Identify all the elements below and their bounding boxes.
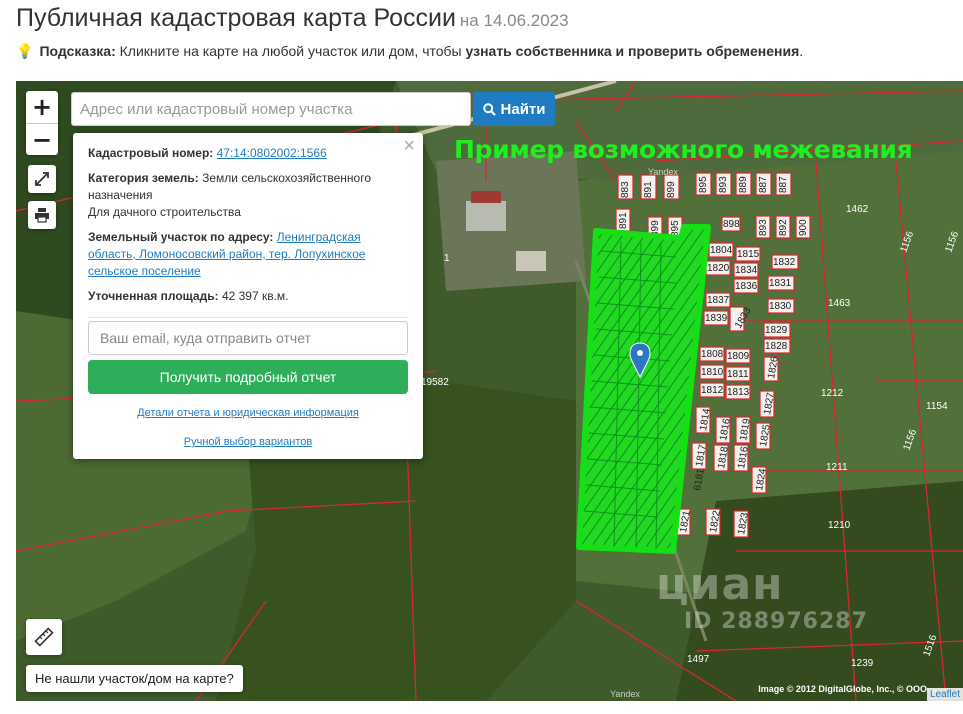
svg-text:1462: 1462 [846,204,869,215]
svg-text:1212: 1212 [821,388,844,399]
manual-selection-link[interactable]: Ручной выбор вариантов [184,436,312,448]
svg-text:891: 891 [618,212,629,229]
cadastral-row: Кадастровый номер: 47:14:0802002:1566 [88,145,408,162]
svg-text:1: 1 [444,253,450,264]
svg-text:1809: 1809 [727,351,750,362]
svg-text:1812: 1812 [701,385,724,396]
lightbulb-icon: 💡 [16,43,34,59]
usage-text: Для дачного строительства [88,205,241,219]
yandex-label: Yandex [648,167,678,177]
cadastral-number-link[interactable]: 47:14:0802002:1566 [217,146,327,160]
svg-text:1210: 1210 [828,520,851,531]
svg-text:1828: 1828 [765,341,788,352]
svg-text:891: 891 [643,181,654,198]
not-found-button[interactable]: Не нашли участок/дом на карте? [26,665,243,692]
map-attribution: Image © 2012 DigitalGlobe, Inc., © OOO .… [758,684,937,694]
svg-text:1829: 1829 [765,325,788,336]
svg-text:1808: 1808 [701,349,724,360]
category-label: Категория земель: [88,171,199,185]
svg-text:1820: 1820 [707,263,730,274]
svg-text:1836: 1836 [735,281,758,292]
svg-text:1154: 1154 [926,401,948,412]
svg-text:883: 883 [620,181,631,198]
svg-text:893: 893 [758,219,769,236]
svg-text:887: 887 [778,176,789,193]
svg-text:1239: 1239 [851,658,874,669]
page-title: Публичная кадастровая карта России на 14.… [16,4,569,33]
page-title-text: Публичная кадастровая карта России [16,4,456,32]
svg-text:895: 895 [698,176,709,193]
svg-text:1815: 1815 [737,249,760,260]
svg-text:893: 893 [718,176,729,193]
zoom-out-button[interactable]: − [26,123,58,155]
svg-text:1810: 1810 [701,367,724,378]
svg-text:889: 889 [738,176,749,193]
zoom-control: + − [26,91,58,155]
svg-text:1834: 1834 [735,265,758,276]
category-row: Категория земель: Земли сельскохозяйстве… [88,170,408,204]
svg-text:1831: 1831 [769,278,792,289]
svg-text:1813: 1813 [727,387,750,398]
yandex-label-bottom: Yandex [610,689,640,699]
area-row: Уточненная площадь: 42 397 кв.м. [88,288,408,305]
svg-text:1463: 1463 [828,298,851,309]
date-label: на 14.06.2023 [459,11,569,30]
area-label: Уточненная площадь: [88,289,219,303]
area-value: 42 397 кв.м. [221,289,289,303]
svg-text:1804: 1804 [710,245,733,256]
print-button[interactable] [28,201,56,229]
manual-link-wrap: Ручной выбор вариантов [73,436,423,448]
svg-text:1837: 1837 [707,295,730,306]
parcel-info-popup: × Кадастровый номер: 47:14:0802002:1566 … [73,133,423,459]
fullscreen-button[interactable] [28,165,56,193]
details-link[interactable]: Детали отчета и юридическая информация [137,407,359,419]
popup-divider [88,317,408,318]
hint-bold: узнать собственника и проверить обремене… [465,43,800,59]
svg-text:887: 887 [758,176,769,193]
leaflet-link[interactable]: Leaflet [926,688,963,701]
map[interactable]: 883 891 899 895 893 889 887 887 891 899 … [16,81,963,701]
watermark-id: ID 288976287 [684,609,868,634]
watermark: циан ID 288976287 [656,559,867,634]
hint: 💡 Подсказка: Кликните на карте на любой у… [16,43,803,60]
email-field[interactable] [88,321,408,355]
svg-text:900: 900 [798,219,809,236]
svg-text:1830: 1830 [769,301,792,312]
svg-text:1811: 1811 [727,369,749,380]
svg-text:899: 899 [666,181,677,198]
svg-text:892: 892 [778,219,789,236]
svg-text:1211: 1211 [826,462,848,473]
hint-label: Подсказка: [39,43,116,59]
expand-icon [35,172,49,186]
watermark-brand: циан [656,559,784,610]
ruler-button[interactable] [26,619,62,655]
cadastral-label: Кадастровый номер: [88,146,214,160]
svg-text:1832: 1832 [773,257,796,268]
address-row: Земельный участок по адресу: Ленинградск… [88,229,408,280]
zoom-in-button[interactable]: + [26,91,58,123]
hint-end: . [799,43,804,59]
printer-icon [35,208,49,223]
svg-text:1839: 1839 [705,313,728,324]
get-report-button[interactable]: Получить подробный отчет [88,360,408,394]
hint-text: Кликните на карте на любой участок или д… [119,43,462,59]
ruler-icon [34,627,54,647]
search-icon [482,102,496,116]
svg-text:1497: 1497 [687,654,710,665]
details-link-wrap: Детали отчета и юридическая информация [73,407,423,419]
search-input[interactable] [71,92,471,126]
svg-text:898: 898 [723,219,740,230]
overlay-caption: Пример возможного межевания [454,135,913,164]
address-label: Земельный участок по адресу: [88,230,274,244]
search-button[interactable]: Найти [473,92,555,126]
search-button-label: Найти [500,100,546,118]
svg-text:19582: 19582 [421,377,449,388]
